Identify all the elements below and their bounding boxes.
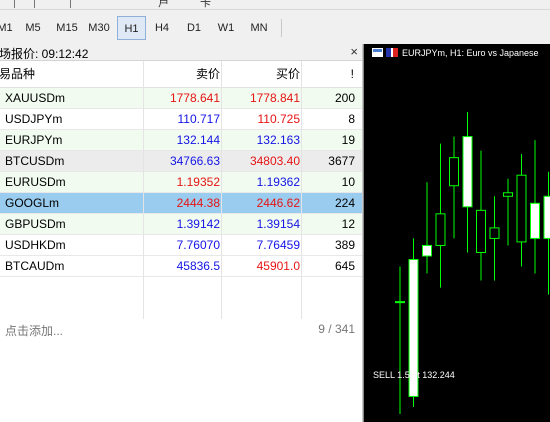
candle-body — [462, 136, 473, 208]
candle-body — [395, 301, 405, 304]
spread-value: 12 — [341, 217, 355, 231]
column-divider — [221, 61, 222, 319]
toolbar-separator — [281, 19, 282, 37]
ask-price: 1.39154 — [256, 217, 300, 231]
column-header-bid[interactable]: 卖价 — [196, 61, 220, 87]
timeframe-button-mn[interactable]: MN — [244, 16, 274, 40]
spread-value: 224 — [334, 196, 355, 210]
bid-price: 45836.5 — [176, 259, 220, 273]
indicator-icon[interactable]: 卢 — [158, 0, 169, 10]
bid-price: 1.39142 — [176, 217, 220, 231]
symbol-row[interactable]: USDJPYm 110.717 110.725 8 — [0, 109, 362, 130]
symbol-name: BTCAUDm — [5, 259, 65, 273]
timeframe-toolbar: M1 M5 M15 M30 H1 H4 D1 W1 MN — [0, 10, 550, 44]
top-toolbar-strip: 卢 卡 — [0, 0, 550, 10]
symbol-row[interactable]: EURJPYm 132.144 132.163 19 — [0, 130, 362, 151]
symbol-row[interactable]: EURUSDm 1.19352 1.19362 10 — [0, 172, 362, 193]
symbol-name: EURJPYm — [5, 133, 63, 147]
symbol-name: GOOGLm — [5, 196, 60, 210]
close-icon[interactable]: × — [350, 44, 358, 59]
ask-price: 34803.40 — [249, 154, 300, 168]
symbol-name: BTCUSDm — [5, 154, 65, 168]
column-header-symbol[interactable]: 交易品种 — [0, 61, 35, 87]
symbol-row[interactable]: USDHKDm 7.76070 7.76459 389 — [0, 235, 362, 256]
timeframe-button-m5[interactable]: M5 — [20, 16, 46, 40]
bid-price: 132.144 — [176, 133, 220, 147]
chart-title: EURJPYm, H1: Euro vs Japanese — [402, 48, 539, 58]
column-divider — [301, 61, 302, 319]
chart-title-bar: EURJPYm, H1: Euro vs Japanese — [364, 48, 550, 64]
ask-price: 110.725 — [257, 112, 301, 126]
symbol-row[interactable]: GBPUSDm 1.39142 1.39154 12 — [0, 214, 362, 235]
order-level-label[interactable]: SELL 1.5 at 132.244 — [373, 370, 455, 380]
bid-price: 1778.641 — [169, 91, 220, 105]
symbol-row[interactable]: BTCAUDm 45836.5 45901.0 645 — [0, 256, 362, 277]
symbol-flag-icon — [386, 48, 398, 57]
column-header-ask[interactable]: 买价 — [276, 61, 300, 87]
candle-body — [530, 202, 540, 239]
toolbar-divider — [14, 0, 15, 8]
add-symbol-label[interactable]: 点击添加... — [5, 322, 63, 339]
candle-body — [543, 195, 550, 239]
chart-window[interactable]: EURJPYm, H1: Euro vs Japanese SELL 1.5 a… — [363, 44, 550, 422]
ask-price: 1778.841 — [249, 91, 300, 105]
column-divider — [143, 61, 144, 319]
ask-price: 2446.62 — [256, 196, 300, 210]
timeframe-button-m30[interactable]: M30 — [84, 16, 114, 40]
symbol-row[interactable]: BTCUSDm 34766.63 34803.40 3677 — [0, 151, 362, 172]
bid-price: 110.717 — [177, 112, 221, 126]
candle-body — [422, 244, 432, 257]
market-watch-header: 交易品种 卖价 买价 ! — [0, 61, 362, 88]
candle-body — [489, 227, 500, 239]
candle-body — [476, 209, 486, 253]
market-watch-title: 市场报价: 09:12:42 — [0, 47, 89, 61]
symbol-name: XAUUSDm — [5, 91, 66, 105]
symbol-row[interactable]: GOOGLm 2444.38 2446.62 224 — [0, 193, 362, 214]
candle-body — [435, 213, 446, 246]
toolbar-divider — [70, 0, 71, 8]
template-icon[interactable]: 卡 — [200, 0, 211, 10]
symbol-name: USDHKDm — [5, 238, 66, 252]
add-symbol-row[interactable]: 点击添加... 9 / 341 — [0, 319, 362, 341]
bid-price: 2444.38 — [176, 196, 220, 210]
bid-price: 7.76070 — [176, 238, 220, 252]
spread-value: 3677 — [328, 154, 355, 168]
symbol-name: EURUSDm — [5, 175, 66, 189]
spread-value: 389 — [334, 238, 355, 252]
market-watch-title-bar: 市场报价: 09:12:42 × — [0, 44, 362, 61]
market-watch-panel: 市场报价: 09:12:42 × 交易品种 卖价 买价 ! XAUUSDm 177… — [0, 44, 363, 422]
ask-price: 132.163 — [256, 133, 300, 147]
symbol-row[interactable]: XAUUSDm 1778.641 1778.841 200 — [0, 88, 362, 109]
candle-body — [449, 157, 459, 187]
symbol-name: USDJPYm — [5, 112, 63, 126]
candle-body — [503, 192, 513, 197]
spread-value: 10 — [341, 175, 355, 189]
timeframe-button-m15[interactable]: M15 — [52, 16, 82, 40]
spread-value: 645 — [334, 259, 355, 273]
timeframe-button-w1[interactable]: W1 — [212, 16, 240, 40]
spread-value: 200 — [334, 91, 355, 105]
spread-value: 19 — [341, 133, 355, 147]
ask-price: 1.19362 — [256, 175, 300, 189]
symbol-count: 9 / 341 — [318, 322, 355, 336]
chart-window-icon — [372, 48, 383, 57]
timeframe-button-d1[interactable]: D1 — [181, 16, 207, 40]
spread-value: 8 — [348, 112, 355, 126]
symbol-name: GBPUSDm — [5, 217, 66, 231]
column-header-spread[interactable]: ! — [351, 61, 354, 87]
timeframe-button-h4[interactable]: H4 — [149, 16, 175, 40]
ask-price: 45901.0 — [256, 259, 300, 273]
ask-price: 7.76459 — [256, 238, 300, 252]
candlestick-chart[interactable] — [364, 44, 550, 422]
bid-price: 34766.63 — [169, 154, 220, 168]
timeframe-button-h1[interactable]: H1 — [117, 16, 146, 40]
toolbar-divider — [34, 0, 35, 8]
bid-price: 1.19352 — [176, 175, 220, 189]
timeframe-button-m1[interactable]: M1 — [0, 16, 18, 40]
candle-body — [516, 174, 527, 243]
